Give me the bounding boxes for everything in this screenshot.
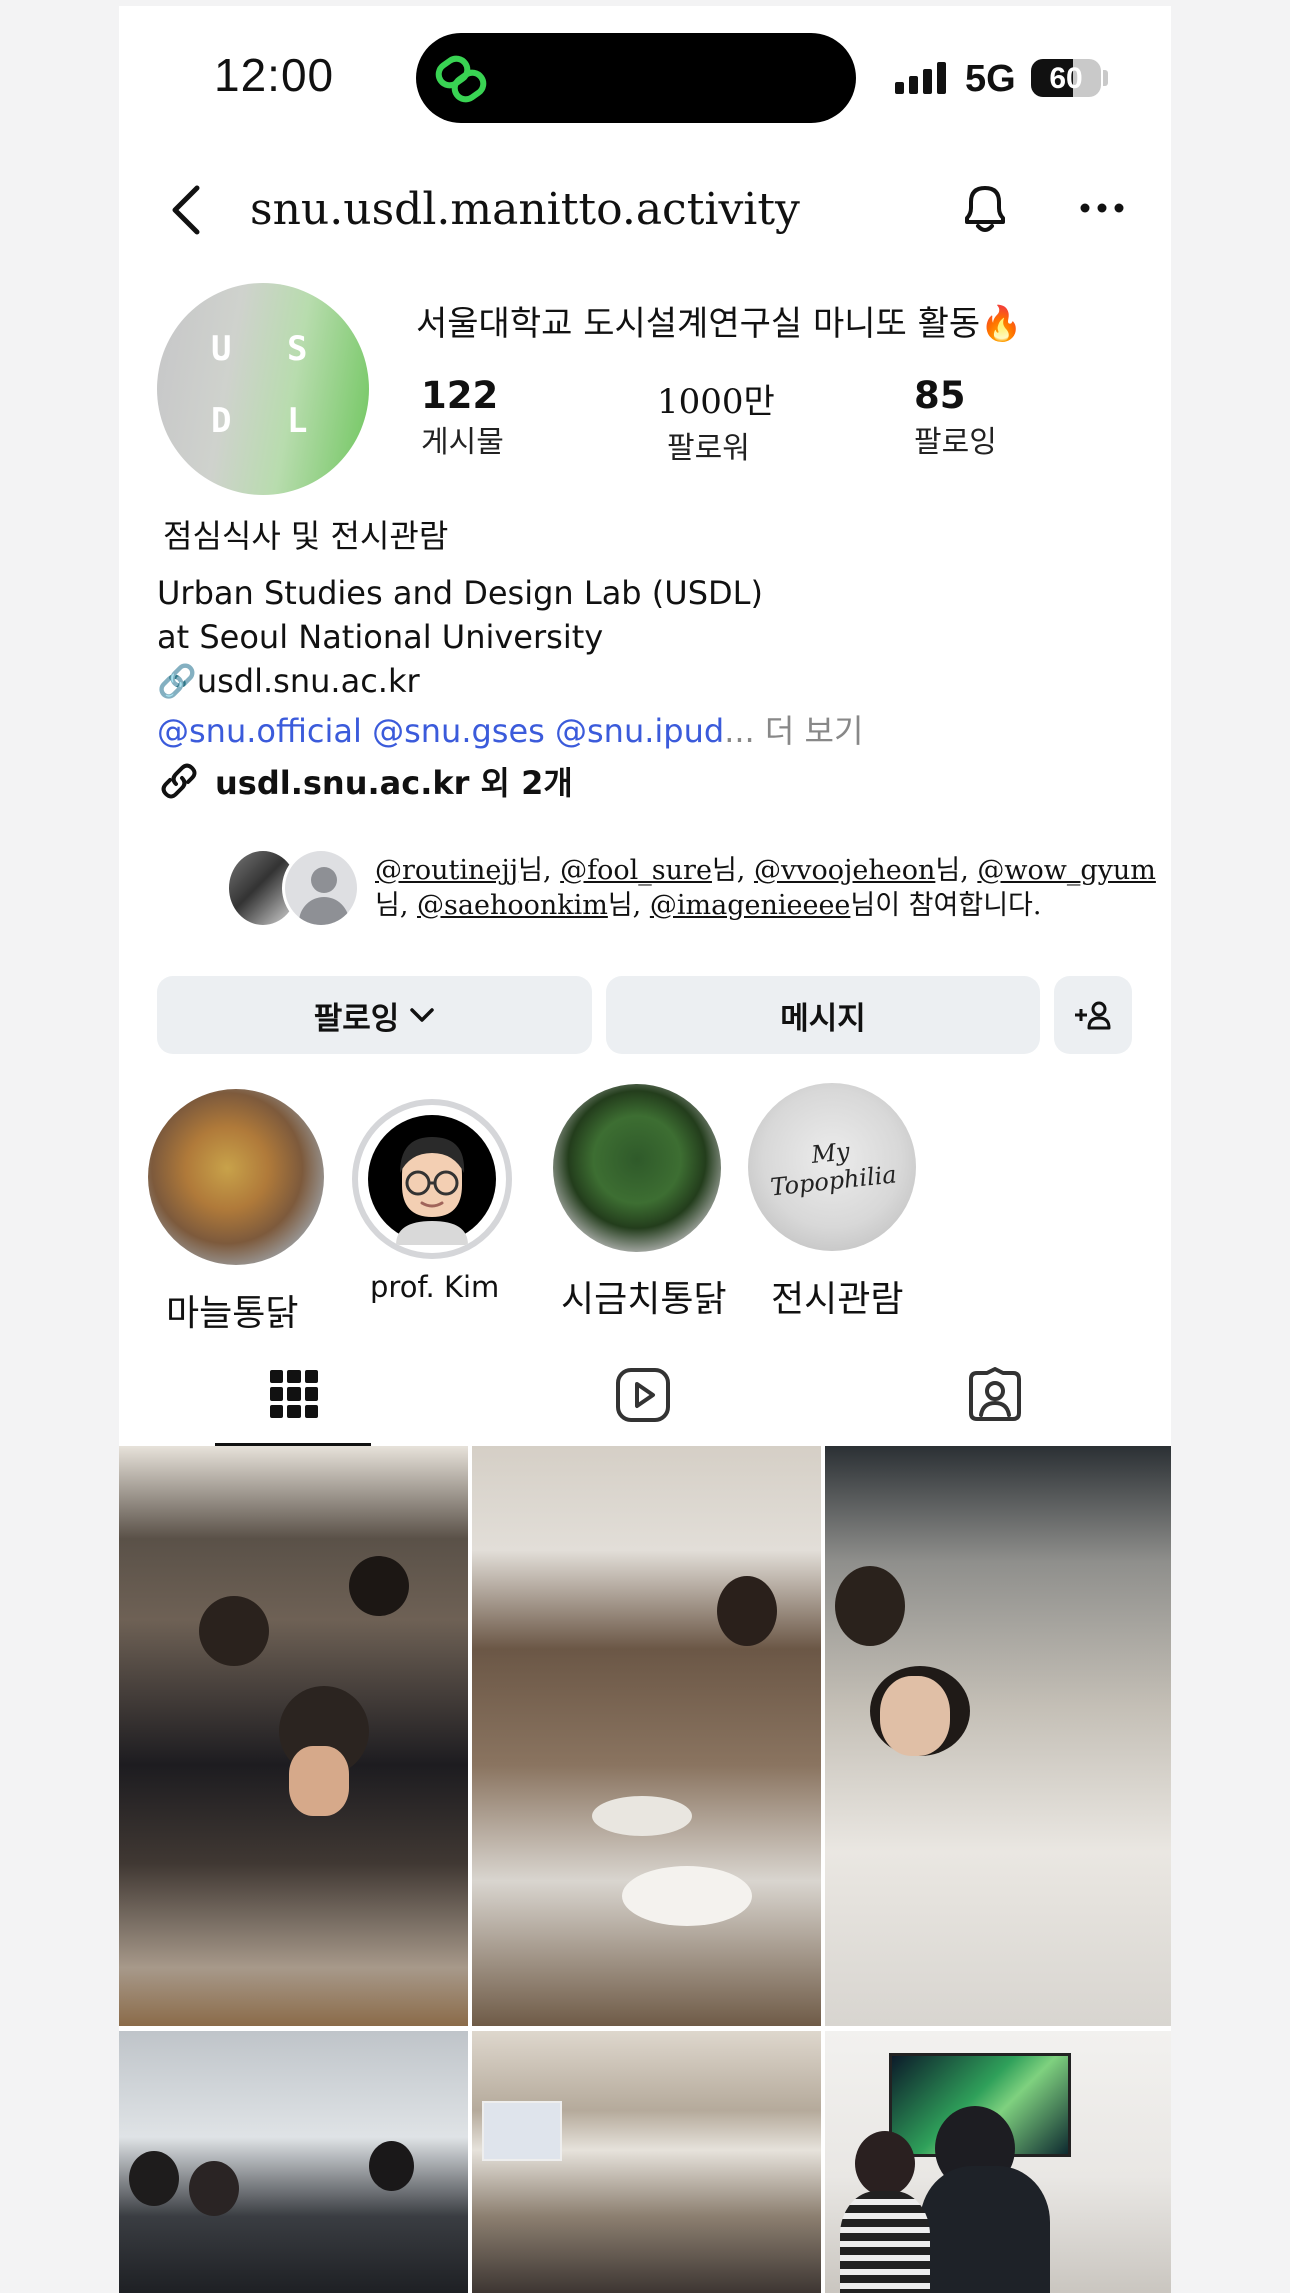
profile-avatar[interactable]: U S D L bbox=[157, 283, 369, 495]
status-time: 12:00 bbox=[214, 49, 335, 101]
following-count: 85 bbox=[914, 374, 966, 417]
more-button[interactable]: 더 보기 bbox=[755, 712, 864, 750]
mutual-user-link[interactable]: @saehoonkim bbox=[417, 890, 608, 921]
memoji-avatar-icon bbox=[368, 1115, 496, 1245]
grid-icon[interactable] bbox=[270, 1370, 318, 1418]
highlight-label: prof. Kim bbox=[370, 1270, 500, 1304]
following-stat[interactable]: 85 팔로잉 bbox=[914, 374, 997, 461]
highlight-label: 마늘통닭 bbox=[166, 1293, 299, 1334]
cellular-signal-icon bbox=[895, 62, 946, 94]
highlight-cover bbox=[148, 1089, 324, 1265]
message-button[interactable]: 메시지 bbox=[606, 976, 1040, 1054]
posts-stat[interactable]: 122 게시물 bbox=[421, 374, 504, 461]
external-link-text[interactable]: usdl.snu.ac.kr 외 2개 bbox=[215, 758, 573, 804]
mutual-user-link[interactable]: @imagenieeee bbox=[650, 890, 851, 921]
highlight-label: 전시관람 bbox=[771, 1279, 904, 1320]
followers-stat[interactable]: 1000만 팔로워 bbox=[657, 374, 775, 467]
avatar-letter: U bbox=[211, 329, 232, 369]
posts-label: 게시물 bbox=[421, 425, 504, 460]
avatar-letter: D bbox=[211, 401, 232, 441]
followers-count: 1000만 bbox=[657, 382, 775, 422]
battery-level: 60 bbox=[1049, 62, 1083, 95]
default-avatar-icon bbox=[282, 848, 360, 928]
profile-display-name: 서울대학교 도시설계연구실 마니또 활동🔥 bbox=[416, 304, 1023, 344]
profile-username: snu.usdl.manitto.activity bbox=[250, 184, 800, 235]
post-thumbnail[interactable] bbox=[472, 2031, 821, 2293]
bio-line: at Seoul National University bbox=[157, 618, 604, 656]
avatar-letter: L bbox=[287, 401, 308, 441]
highlight-exhibition[interactable]: My Topophilia bbox=[748, 1083, 916, 1251]
mutual-suffix: 님, bbox=[518, 855, 561, 886]
mutual-suffix: 님, bbox=[935, 855, 978, 886]
following-label: 팔로잉 bbox=[914, 425, 997, 460]
mutual-user-link[interactable]: @vvoojeheon bbox=[754, 855, 935, 886]
post-thumbnail[interactable] bbox=[119, 2031, 468, 2293]
mutual-followers-text[interactable]: @routinejj님, @fool_sure님, @vvoojeheon님, … bbox=[375, 853, 1165, 923]
mutual-suffix: 님이 참여합니다. bbox=[850, 890, 1042, 921]
mutual-user-link[interactable]: @fool_sure bbox=[560, 855, 712, 886]
mutual-suffix: 님, bbox=[607, 890, 650, 921]
chevron-down-icon bbox=[410, 1008, 435, 1022]
mutual-suffix: 님, bbox=[375, 890, 418, 921]
mutual-user-link[interactable]: @routinejj bbox=[375, 855, 518, 886]
bio-mentions[interactable]: @snu.official @snu.gses @snu.ipud... 더 보… bbox=[157, 706, 863, 752]
bio-link-line[interactable]: 🔗usdl.snu.ac.kr bbox=[157, 662, 420, 700]
post-thumbnail[interactable] bbox=[825, 2031, 1171, 2293]
highlight-garlic-chicken[interactable] bbox=[148, 1089, 324, 1265]
mutual-followers-avatars[interactable] bbox=[226, 848, 366, 932]
post-thumbnail[interactable] bbox=[119, 1446, 468, 2026]
reels-icon[interactable] bbox=[615, 1367, 671, 1423]
back-arrow-icon[interactable] bbox=[167, 182, 207, 238]
battery-cap bbox=[1103, 70, 1108, 86]
chain-link-icon bbox=[435, 55, 487, 103]
bio-line: Urban Studies and Design Lab (USDL) bbox=[157, 574, 763, 612]
posts-grid bbox=[119, 1446, 1171, 2293]
add-person-icon bbox=[1075, 1001, 1111, 1030]
external-links[interactable]: usdl.snu.ac.kr 외 2개 bbox=[157, 758, 573, 804]
add-person-button[interactable] bbox=[1054, 976, 1132, 1054]
mutual-user-link[interactable]: @wow_gyum bbox=[977, 855, 1156, 886]
mentions-ellipsis: ... bbox=[724, 712, 755, 750]
highlight-cover bbox=[352, 1099, 512, 1259]
network-type: 5G bbox=[965, 58, 1016, 100]
mentions-text[interactable]: @snu.official @snu.gses @snu.ipud bbox=[157, 712, 724, 750]
tagged-icon[interactable] bbox=[967, 1367, 1023, 1423]
followers-label: 팔로워 bbox=[667, 431, 750, 466]
highlight-label: 시금치통닭 bbox=[561, 1279, 727, 1320]
highlight-prof-kim[interactable] bbox=[352, 1099, 512, 1259]
posts-count: 122 bbox=[421, 374, 499, 417]
dynamic-island bbox=[416, 33, 856, 123]
highlight-cover: My Topophilia bbox=[748, 1083, 916, 1251]
highlight-cover bbox=[553, 1084, 721, 1252]
mutual-suffix: 님, bbox=[711, 855, 754, 886]
post-thumbnail[interactable] bbox=[472, 1446, 821, 2026]
message-button-label: 메시지 bbox=[780, 1000, 866, 1037]
following-button[interactable]: 팔로잉 bbox=[157, 976, 592, 1054]
following-button-label: 팔로잉 bbox=[313, 1000, 400, 1037]
highlight-spinach-chicken[interactable] bbox=[553, 1084, 721, 1252]
bell-icon[interactable] bbox=[957, 178, 1013, 238]
more-options-icon[interactable] bbox=[1079, 202, 1125, 214]
avatar-letter: S bbox=[287, 329, 308, 369]
phone-screen: 12:00 5G 60 snu.usdl.manitto.activity U … bbox=[119, 6, 1171, 2293]
post-thumbnail[interactable] bbox=[825, 1446, 1171, 2026]
highlight-cover-text: My Topophilia bbox=[769, 1137, 898, 1202]
profile-category: 점심식사 및 전시관람 bbox=[163, 517, 449, 555]
link-icon bbox=[161, 763, 197, 799]
battery-icon: 60 bbox=[1031, 59, 1101, 97]
